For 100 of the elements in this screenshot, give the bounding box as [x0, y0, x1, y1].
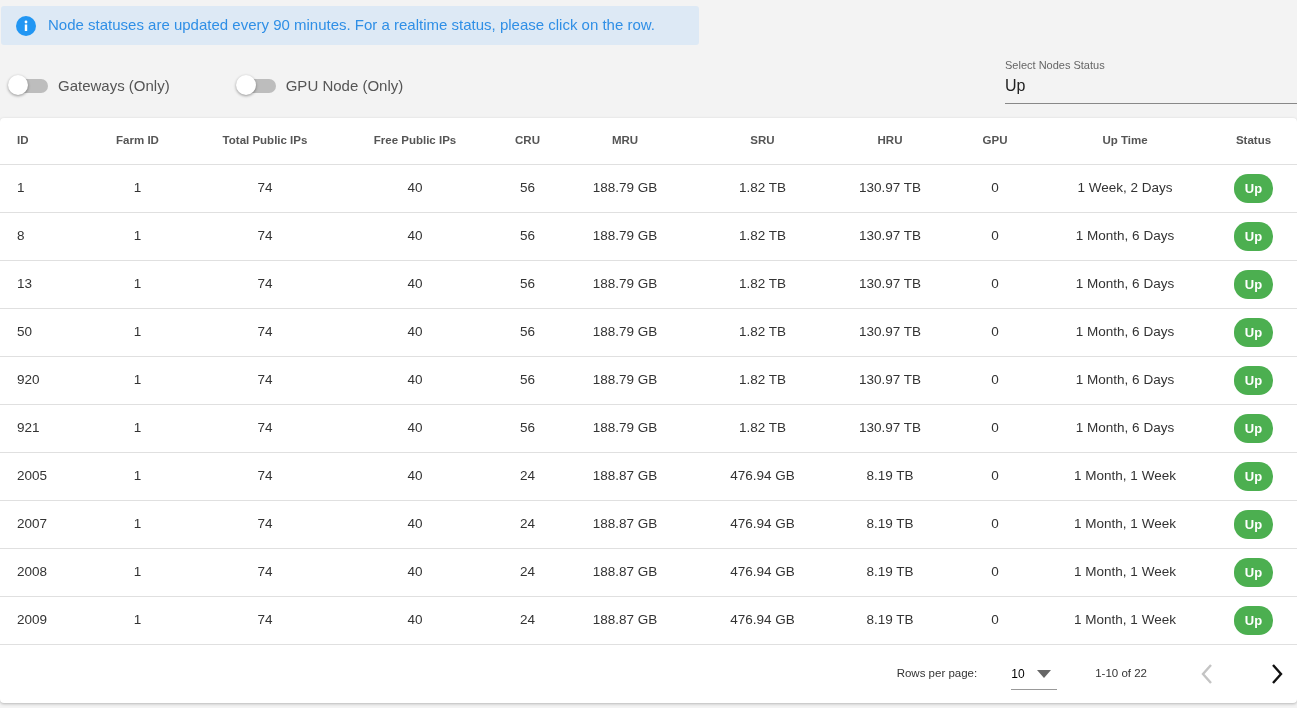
table-cell: 1 — [75, 452, 200, 501]
table-cell: 1 — [75, 308, 200, 357]
table-cell: 1.82 TB — [695, 164, 830, 213]
table-cell: 476.94 GB — [695, 596, 830, 645]
page-range: 1-10 of 22 — [1095, 666, 1147, 682]
column-header: CRU — [500, 117, 555, 165]
table-cell: 130.97 TB — [830, 212, 950, 261]
table-cell: 0 — [950, 404, 1040, 453]
table-cell: 0 — [950, 260, 1040, 309]
table-cell: 476.94 GB — [695, 500, 830, 549]
table-cell: 920 — [0, 356, 75, 405]
table-cell: 1 Month, 1 Week — [1040, 596, 1210, 645]
column-header: SRU — [695, 117, 830, 165]
status-badge: Up — [1233, 509, 1274, 540]
table-cell: 56 — [500, 164, 555, 213]
table-cell: 56 — [500, 260, 555, 309]
table-cell: 50 — [0, 308, 75, 357]
table-cell: 40 — [330, 500, 500, 549]
table-cell: 74 — [200, 212, 330, 261]
table-cell: 40 — [330, 308, 500, 357]
column-header: HRU — [830, 117, 950, 165]
table-cell: 1.82 TB — [695, 260, 830, 309]
table-cell: 1 Month, 1 Week — [1040, 548, 1210, 597]
table-cell: 1 Month, 6 Days — [1040, 260, 1210, 309]
table-cell: 188.87 GB — [555, 596, 695, 645]
table-cell: 56 — [500, 308, 555, 357]
table-cell: 130.97 TB — [830, 404, 950, 453]
table-cell: 74 — [200, 308, 330, 357]
table-cell: 188.79 GB — [555, 260, 695, 309]
column-header: Up Time — [1040, 117, 1210, 165]
table-cell: 40 — [330, 356, 500, 405]
table-cell: 0 — [950, 164, 1040, 213]
table-cell: 130.97 TB — [830, 260, 950, 309]
table-cell: 40 — [330, 596, 500, 645]
table-cell: 74 — [200, 500, 330, 549]
status-badge: Up — [1233, 317, 1274, 348]
table-cell: 1 Month, 6 Days — [1040, 308, 1210, 357]
table-cell: 476.94 GB — [695, 452, 830, 501]
table-cell: 188.79 GB — [555, 212, 695, 261]
table-cell: 40 — [330, 212, 500, 261]
table-cell: 1 — [75, 404, 200, 453]
toggle-label: Gateways (Only) — [58, 76, 170, 96]
table-cell: 1.82 TB — [695, 308, 830, 357]
table-cell: 13 — [0, 260, 75, 309]
table-cell: 1 Month, 1 Week — [1040, 500, 1210, 549]
status-badge: Up — [1233, 365, 1274, 396]
status-select[interactable]: Select Nodes Status Up — [1005, 57, 1297, 104]
table-cell: 130.97 TB — [830, 356, 950, 405]
table-cell: 1 — [75, 164, 200, 213]
table-cell: 188.79 GB — [555, 404, 695, 453]
info-icon — [16, 15, 36, 36]
table-cell: 1.82 TB — [695, 404, 830, 453]
status-badge: Up — [1233, 461, 1274, 492]
column-header: GPU — [950, 117, 1040, 165]
table-cell: 0 — [950, 356, 1040, 405]
table-cell: 1 — [0, 164, 75, 213]
table-cell: 1.82 TB — [695, 212, 830, 261]
chevron-right-icon — [1269, 663, 1285, 685]
table-cell: 24 — [500, 452, 555, 501]
table-cell: 2005 — [0, 452, 75, 501]
table-cell: 1 Month, 6 Days — [1040, 404, 1210, 453]
table-cell: 188.87 GB — [555, 548, 695, 597]
rows-per-page-select[interactable]: 10 — [1011, 658, 1058, 690]
table-cell: 130.97 TB — [830, 308, 950, 357]
table-cell: 1 — [75, 548, 200, 597]
table-cell: 74 — [200, 404, 330, 453]
table-cell: 24 — [500, 500, 555, 549]
table-cell: 921 — [0, 404, 75, 453]
table-cell: 74 — [200, 596, 330, 645]
table-cell: 8.19 TB — [830, 596, 950, 645]
chevron-left-icon — [1199, 663, 1215, 685]
table-cell: 1 Month, 6 Days — [1040, 212, 1210, 261]
table-cell: 56 — [500, 212, 555, 261]
toggle-label: GPU Node (Only) — [285, 76, 404, 96]
table-cell: 74 — [200, 548, 330, 597]
table-cell: 8 — [0, 212, 75, 261]
table-cell: 188.87 GB — [555, 500, 695, 549]
column-header: Total Public IPs — [200, 117, 330, 165]
table-cell: 8.19 TB — [830, 548, 950, 597]
status-badge: Up — [1233, 605, 1274, 636]
table-cell: 0 — [950, 548, 1040, 597]
table-cell: 24 — [500, 548, 555, 597]
table-cell: 2009 — [0, 596, 75, 645]
table-cell: 476.94 GB — [695, 548, 830, 597]
column-header: ID — [0, 117, 75, 165]
column-header: MRU — [555, 117, 695, 165]
table-cell: 1 — [75, 596, 200, 645]
table-cell: 1 — [75, 212, 200, 261]
table-cell: 130.97 TB — [830, 164, 950, 213]
table-cell: 1 — [75, 356, 200, 405]
table-cell: 56 — [500, 356, 555, 405]
table-cell: 0 — [950, 596, 1040, 645]
table-cell: 74 — [200, 356, 330, 405]
status-badge: Up — [1233, 269, 1274, 300]
status-badge: Up — [1233, 557, 1274, 588]
table-cell: 0 — [950, 452, 1040, 501]
table-cell: 0 — [950, 500, 1040, 549]
table-cell: 1 — [75, 260, 200, 309]
table-cell: 1 Month, 1 Week — [1040, 452, 1210, 501]
table-cell: 188.79 GB — [555, 356, 695, 405]
